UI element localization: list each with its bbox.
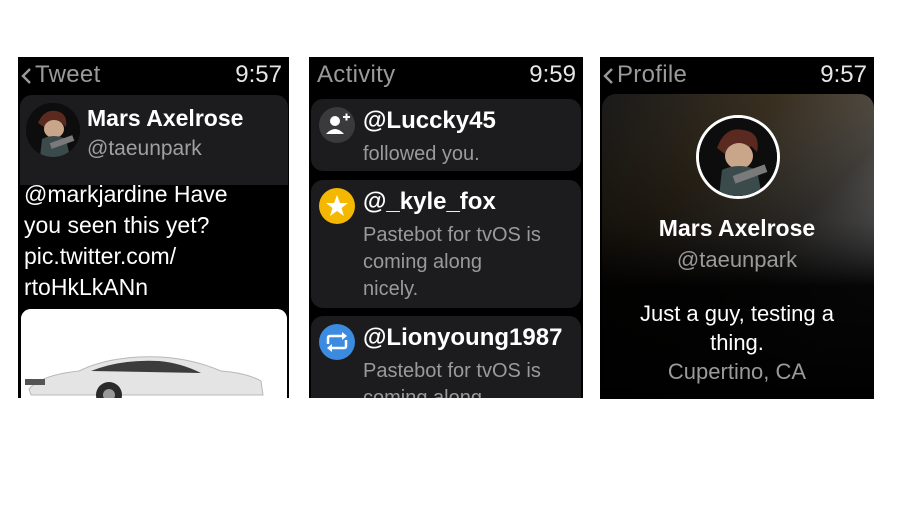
- activity-text-line: followed you.: [363, 143, 480, 165]
- tweet-media-image[interactable]: [21, 309, 287, 398]
- activity-text: followed you.: [363, 141, 581, 168]
- profile-location: Cupertino, CA: [667, 359, 807, 384]
- activity-item[interactable]: @_kyle_fox Pastebot for tvOS is coming a…: [311, 180, 581, 308]
- profile-screen: Profile 9:57 Mars Axelrose @taeunpark Ju…: [600, 57, 874, 399]
- clock-time: 9:57: [820, 61, 867, 88]
- activity-text-line: coming along: [363, 251, 482, 273]
- clock-time: 9:57: [235, 61, 282, 88]
- back-title[interactable]: Profile: [617, 61, 687, 89]
- status-bar: Activity 9:59: [309, 57, 583, 93]
- tweet-screen: Tweet 9:57 Mars Axelrose @taeunpark @mar…: [18, 57, 289, 398]
- status-bar: Tweet 9:57: [18, 57, 289, 93]
- person-add-icon: [319, 107, 355, 143]
- profile-bio: Just a guy, testing a thing.: [600, 299, 874, 357]
- profile-bio-line: Just a guy, testing a: [639, 301, 835, 326]
- activity-username: @Luccky45: [363, 107, 496, 134]
- avatar-illustration-icon: [699, 118, 777, 196]
- author-handle: @taeunpark: [87, 137, 202, 160]
- activity-screen: Activity 9:59 @Luccky45 followed you. @_…: [309, 57, 583, 398]
- tweet-text-line: you seen this yet?: [24, 212, 210, 238]
- tweet-text-line: @markjardine Have: [24, 181, 228, 207]
- tweet-text: @markjardine Have you seen this yet? pic…: [24, 179, 286, 303]
- back-chevron-icon[interactable]: [20, 67, 34, 85]
- activity-item[interactable]: @Lionyoung1987 Pastebot for tvOS is comi…: [311, 316, 581, 398]
- activity-text: Pastebot for tvOS is coming along nicely…: [363, 222, 581, 303]
- tweet-link[interactable]: pic.twitter.com/: [24, 241, 286, 272]
- activity-text-line: Pastebot for tvOS is: [363, 224, 541, 246]
- activity-text: Pastebot for tvOS is coming along: [363, 358, 581, 398]
- screen-title: Activity: [317, 61, 396, 88]
- author-name: Mars Axelrose: [87, 105, 244, 131]
- status-bar: Profile 9:57: [600, 57, 874, 93]
- activity-text-line: coming along: [363, 387, 482, 398]
- retweet-icon: [319, 324, 355, 360]
- star-icon: [319, 188, 355, 224]
- profile-avatar[interactable]: [696, 115, 780, 199]
- back-chevron-icon[interactable]: [602, 67, 616, 85]
- activity-text-line: nicely.: [363, 278, 419, 300]
- back-title[interactable]: Tweet: [35, 61, 101, 89]
- avatar-illustration-icon: [26, 103, 80, 157]
- author-avatar[interactable]: [26, 103, 80, 157]
- activity-text-line: Pastebot for tvOS is: [363, 360, 541, 382]
- profile-name: Mars Axelrose: [658, 215, 816, 241]
- activity-username: @Lionyoung1987: [363, 324, 563, 351]
- activity-username: @_kyle_fox: [363, 188, 496, 215]
- profile-handle: @taeunpark: [676, 247, 798, 272]
- car-photo-icon: [21, 309, 287, 398]
- activity-item[interactable]: @Luccky45 followed you.: [311, 99, 581, 171]
- clock-time: 9:59: [529, 61, 576, 88]
- tweet-link[interactable]: rtoHkLkANn: [24, 272, 286, 303]
- profile-bio-line: thing.: [710, 330, 764, 355]
